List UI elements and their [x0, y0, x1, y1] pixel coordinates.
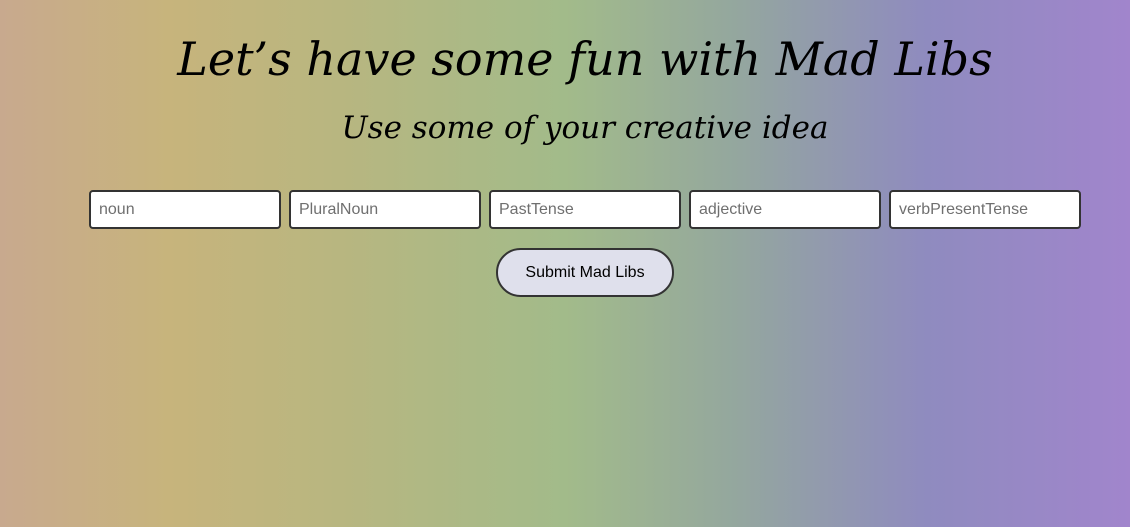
mad-libs-form	[89, 190, 1081, 229]
plural-noun-input[interactable]	[289, 190, 481, 229]
page-subtitle: Use some of your creative idea	[341, 110, 829, 146]
submit-mad-libs-button[interactable]: Submit Mad Libs	[496, 248, 674, 297]
verb-present-tense-input[interactable]	[889, 190, 1081, 229]
page-title: Let’s have some fun with Mad Libs	[177, 32, 993, 86]
noun-input[interactable]	[89, 190, 281, 229]
past-tense-input[interactable]	[489, 190, 681, 229]
page: Let’s have some fun with Mad Libs Use so…	[0, 0, 1130, 527]
adjective-input[interactable]	[689, 190, 881, 229]
